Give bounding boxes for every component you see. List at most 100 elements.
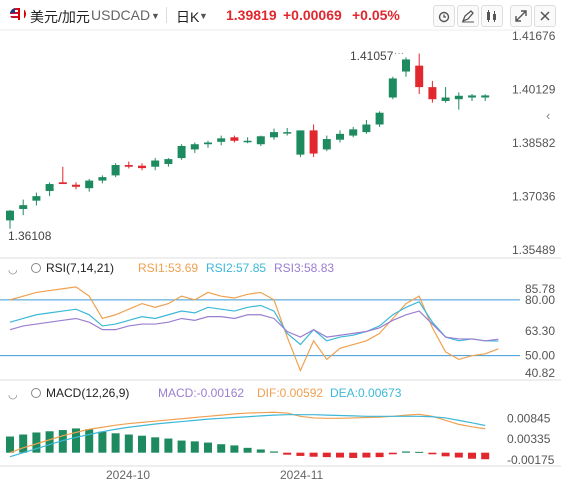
macd-histogram-bar (362, 452, 371, 458)
macd-histogram-bar (19, 434, 28, 453)
rsi-tick-label: 50.00 (525, 349, 555, 363)
candle-body (481, 95, 490, 98)
macd-histogram-bar (6, 436, 14, 453)
candle-body (85, 180, 94, 189)
candle-body (322, 139, 331, 150)
rsi-series-line (9, 310, 499, 342)
macd-histogram-bar (45, 431, 54, 453)
high-price-label: 1.41057 (350, 49, 394, 63)
macd-axis: 0.00845 0.00335 -0.00175 (507, 412, 555, 467)
rsi3-value: RSI3:58.83 (274, 261, 334, 275)
macd-histogram-bar (415, 451, 424, 453)
macd-histogram-bar (190, 441, 199, 453)
candle-body (72, 184, 80, 187)
macd-histogram-bar (243, 447, 252, 453)
x-axis-label: 2024-11 (280, 468, 323, 482)
candle-body (32, 196, 41, 201)
candle-body (336, 133, 344, 140)
macd-histogram-bar (468, 452, 476, 459)
rsi1-value: RSI1:53.69 (138, 261, 198, 275)
macd-histogram-bar (98, 431, 107, 453)
rsi-tick-label: 63.30 (525, 324, 555, 338)
macd-histogram-bar (164, 438, 173, 453)
price-tick-label: 1.41676 (512, 29, 556, 43)
candle-body (243, 140, 252, 143)
candle-body (45, 184, 54, 191)
candle-body (164, 159, 173, 164)
macd-panel (6, 411, 490, 460)
macd-histogram-bar (177, 440, 186, 453)
candle-body (151, 160, 160, 167)
candle-body (468, 95, 476, 98)
chart-area[interactable]: 1.41676 1.40129 1.38582 1.37036 1.35489 1.41… (0, 0, 561, 487)
macd-histogram-bar (111, 433, 120, 453)
gear-icon[interactable] (31, 388, 41, 398)
candle-body (204, 142, 212, 145)
rsi-series-line (9, 300, 499, 346)
candle-body (362, 124, 371, 133)
candle-body (6, 210, 14, 221)
macd-histogram-bar (481, 452, 490, 460)
candlestick-panel (0, 29, 520, 229)
candle-body (454, 95, 463, 100)
candle-body (19, 205, 28, 209)
price-axis: 1.41676 1.40129 1.38582 1.37036 1.35489 (512, 29, 556, 257)
candle-body (415, 65, 424, 88)
macd-histogram-bar (270, 451, 278, 453)
price-tick-label: 1.40129 (512, 83, 556, 97)
price-tick-label: 1.38582 (512, 136, 556, 150)
candle-body (190, 144, 199, 150)
eye-icon[interactable]: ◡ (8, 264, 18, 276)
candle-body (98, 177, 107, 181)
rsi-panel (0, 286, 520, 373)
macd-tick-label: 0.00335 (507, 432, 551, 446)
rsi2-value: RSI2:57.85 (206, 261, 266, 275)
candle-body (217, 138, 226, 142)
candle-body (58, 182, 67, 185)
candle-body (309, 130, 318, 154)
macd-histogram-bar (454, 452, 463, 458)
macd-histogram-bar (441, 452, 450, 457)
candle-body (388, 78, 397, 98)
macd-header: ◡ MACD(12,26,9) MACD:-0.00162 DIF:0.0059… (8, 386, 402, 401)
macd-histogram-bar (322, 452, 331, 458)
rsi-header: ◡ RSI(7,14,21) RSI1:53.69 RSI2:57.85 RSI… (8, 261, 334, 276)
eye-icon[interactable]: ◡ (8, 389, 18, 401)
rsi-title: RSI(7,14,21) (46, 261, 114, 275)
candle-body (375, 112, 384, 125)
macd-histogram-bar (336, 452, 344, 458)
macd-tick-label: 0.00845 (507, 412, 551, 426)
candle-body (177, 145, 186, 159)
macd-histogram-bar (296, 452, 305, 456)
candle-body (138, 165, 146, 169)
candle-body (230, 137, 239, 141)
macd-tick-label: -0.00175 (507, 453, 555, 467)
price-tick-label: 1.35489 (512, 243, 556, 257)
rsi-axis: 85.7880.0063.3050.0040.82 (525, 282, 555, 380)
macd-value: MACD:-0.00162 (158, 386, 244, 400)
macd-title: MACD(12,26,9) (46, 386, 129, 400)
macd-histogram-bar (217, 444, 226, 453)
candle-body (256, 136, 265, 145)
macd-histogram-bar (375, 452, 384, 458)
gear-icon[interactable] (31, 263, 41, 273)
macd-histogram-bar (402, 451, 410, 453)
macd-histogram-bar (151, 437, 160, 453)
candle-body (296, 130, 305, 155)
macd-series-line (9, 411, 486, 454)
macd-histogram-bar (124, 434, 133, 453)
macd-histogram-bar (349, 452, 358, 458)
macd-histogram-bar (256, 449, 265, 453)
price-tick-label: 1.37036 (512, 190, 556, 204)
candle-body (402, 59, 410, 72)
high-price-marker: ··· (394, 48, 404, 59)
rsi-tick-label: 80.00 (525, 293, 555, 307)
candle-body (111, 165, 120, 176)
candle-body (124, 165, 133, 167)
candle-body (283, 132, 292, 134)
dea-value: DEA:0.00673 (330, 386, 402, 400)
macd-histogram-bar (138, 435, 146, 453)
candle-body (428, 87, 437, 100)
macd-histogram-bar (388, 452, 397, 455)
macd-histogram-bar (309, 452, 318, 457)
